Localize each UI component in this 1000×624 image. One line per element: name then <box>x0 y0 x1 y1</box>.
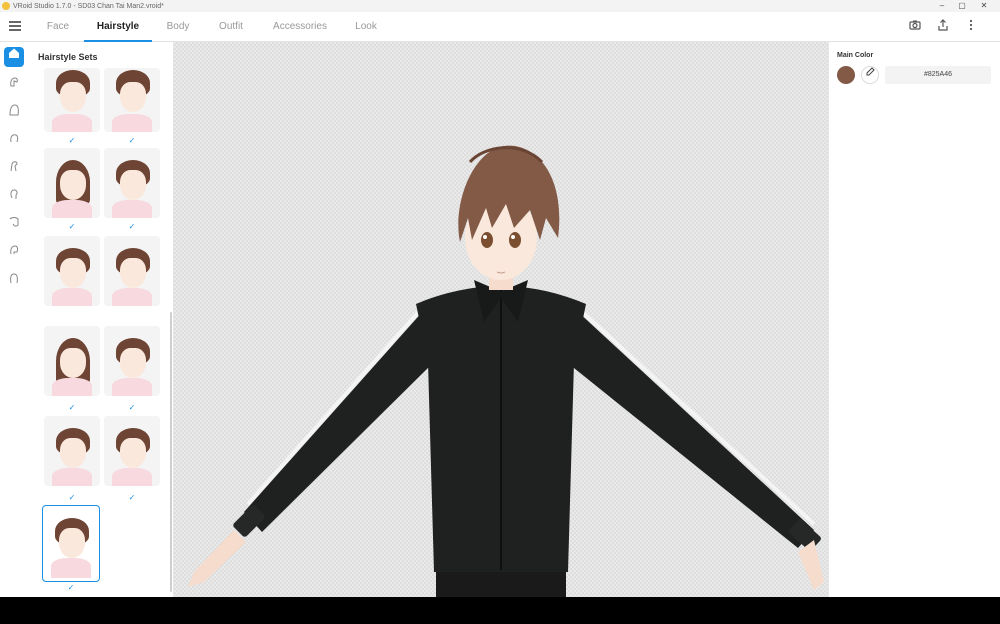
hairstyle-thumbnail-4[interactable] <box>104 148 160 218</box>
tab-face[interactable]: Face <box>40 12 76 42</box>
check-icon: ✓ <box>68 403 76 412</box>
tab-hairstyle[interactable]: Hairstyle <box>84 12 152 42</box>
avatar-viewport[interactable] <box>174 42 828 597</box>
check-icon: ✓ <box>68 493 76 502</box>
check-icon: ✓ <box>128 136 136 145</box>
main-color-hex-input[interactable]: #825A46 <box>885 66 991 84</box>
hair-accessory-icon[interactable] <box>4 244 24 264</box>
app-logo-icon <box>2 2 10 10</box>
hamburger-menu-icon[interactable] <box>9 21 21 33</box>
hairstyle-thumbnail-8[interactable] <box>104 326 160 396</box>
category-rail <box>0 42 28 597</box>
front-hair-icon[interactable] <box>4 76 24 96</box>
hairstyle-thumbnail-11-selected[interactable] <box>42 505 100 582</box>
title-bar: VRoid Studio 1.7.0 - SD03 Chan Tai Man2.… <box>0 0 1000 12</box>
tab-outfit[interactable]: Outfit <box>210 12 252 42</box>
window-title: VRoid Studio 1.7.0 - SD03 Chan Tai Man2.… <box>13 2 164 10</box>
hairstyle-thumbnail-7[interactable] <box>44 326 100 396</box>
ponytail-icon[interactable] <box>4 188 24 208</box>
tab-accessories[interactable]: Accessories <box>266 12 334 42</box>
hairstyle-sets-panel: Hairstyle Sets ✓ ✓ ✓ ✓ ✓ ✓ ✓ ✓ ✓ <box>28 42 174 597</box>
more-vert-icon[interactable] <box>963 19 979 35</box>
hairstyle-thumbnail-1[interactable] <box>44 68 100 132</box>
eyedropper-icon[interactable] <box>861 66 879 84</box>
back-hair-icon[interactable] <box>4 104 24 124</box>
hairstyle-thumbnail-2[interactable] <box>104 68 160 132</box>
hairstyle-sets-icon[interactable] <box>4 47 24 67</box>
avatar-model <box>188 145 824 597</box>
panel-title: Hairstyle Sets <box>38 52 98 62</box>
tab-look[interactable]: Look <box>348 12 384 42</box>
hairstyle-thumbnail-6[interactable] <box>104 236 160 306</box>
check-icon: ✓ <box>128 222 136 231</box>
check-icon: ✓ <box>67 583 75 592</box>
tab-body[interactable]: Body <box>160 12 196 42</box>
maximize-button[interactable]: ▢ <box>952 0 972 12</box>
app-window: VRoid Studio 1.7.0 - SD03 Chan Tai Man2.… <box>0 0 1000 597</box>
minimize-button[interactable]: – <box>932 0 952 12</box>
export-icon[interactable] <box>935 19 951 35</box>
braid-icon[interactable] <box>4 216 24 236</box>
check-icon: ✓ <box>68 136 76 145</box>
check-icon: ✓ <box>68 222 76 231</box>
side-hair-icon[interactable] <box>4 132 24 152</box>
hairstyle-thumbnail-5[interactable] <box>44 236 100 306</box>
top-navigation: Face Hairstyle Body Outfit Accessories L… <box>0 12 1000 42</box>
ahoge-icon[interactable] <box>4 160 24 180</box>
properties-panel: Main Color #825A46 <box>828 42 1000 597</box>
hairstyle-thumbnail-10[interactable] <box>104 416 160 486</box>
hairstyle-thumbnail-9[interactable] <box>44 416 100 486</box>
base-hair-icon[interactable] <box>4 272 24 292</box>
main-color-swatch[interactable] <box>837 66 855 84</box>
close-button[interactable]: ✕ <box>974 0 994 12</box>
check-icon: ✓ <box>128 403 136 412</box>
main-color-label: Main Color <box>837 52 874 59</box>
check-icon: ✓ <box>128 493 136 502</box>
camera-icon[interactable] <box>907 19 923 35</box>
panel-scrollbar[interactable] <box>170 312 172 592</box>
hairstyle-thumbnail-3[interactable] <box>44 148 100 218</box>
